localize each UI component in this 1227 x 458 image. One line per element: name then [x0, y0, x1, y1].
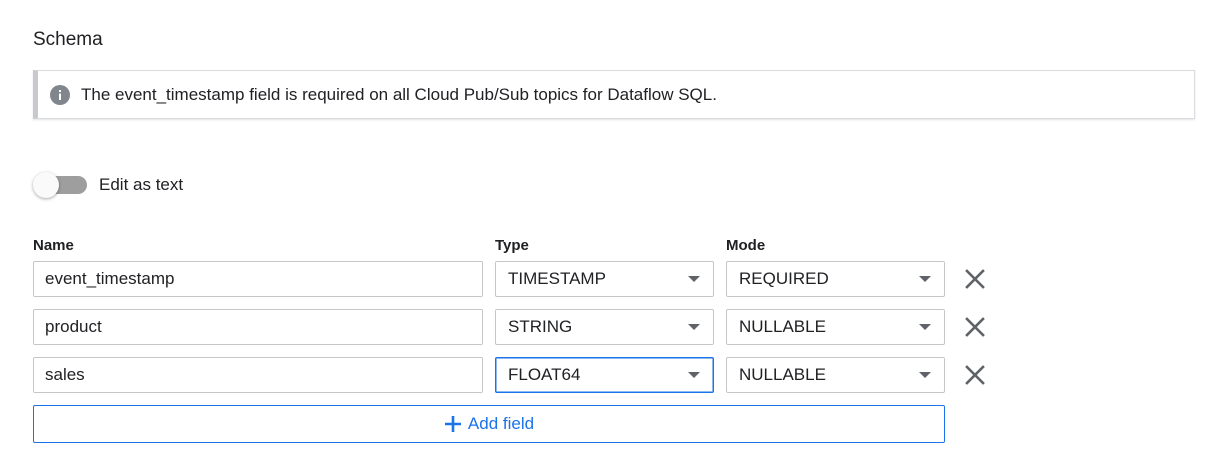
dropdown-arrow-icon — [919, 372, 931, 378]
edit-as-text-row: Edit as text — [33, 170, 183, 200]
section-title: Schema — [33, 29, 103, 50]
field-mode-value: REQUIRED — [739, 269, 829, 288]
close-icon — [965, 365, 985, 385]
info-icon — [50, 84, 70, 105]
plus-icon — [444, 416, 461, 432]
dropdown-arrow-icon — [688, 324, 700, 330]
info-text: The event_timestamp field is required on… — [81, 84, 717, 104]
close-icon — [965, 269, 985, 289]
field-type-select[interactable]: FLOAT64 — [495, 357, 714, 393]
delete-field-button[interactable] — [961, 361, 989, 389]
add-field-label: Add field — [467, 414, 535, 433]
edit-as-text-label: Edit as text — [99, 175, 184, 194]
field-name-input[interactable] — [33, 309, 483, 345]
column-header-mode: Mode — [726, 237, 766, 254]
column-header-type: Type — [495, 237, 529, 254]
field-type-select[interactable]: TIMESTAMP — [495, 261, 714, 297]
dropdown-arrow-icon — [919, 276, 931, 282]
dropdown-arrow-icon — [688, 276, 700, 282]
field-type-value: TIMESTAMP — [508, 269, 606, 288]
dropdown-arrow-icon — [919, 324, 931, 330]
field-mode-value: NULLABLE — [739, 317, 826, 336]
field-mode-select[interactable]: REQUIRED — [726, 261, 945, 297]
add-field-button[interactable]: Add field — [33, 405, 945, 443]
info-notice: The event_timestamp field is required on… — [33, 70, 1195, 119]
field-type-value: FLOAT64 — [508, 365, 581, 384]
toggle-thumb — [33, 172, 59, 198]
field-mode-select[interactable]: NULLABLE — [726, 309, 945, 345]
delete-field-button[interactable] — [961, 313, 989, 341]
field-type-select[interactable]: STRING — [495, 309, 714, 345]
field-name-input[interactable] — [33, 261, 483, 297]
column-header-name: Name — [33, 237, 74, 254]
field-type-value: STRING — [508, 317, 573, 336]
delete-field-button[interactable] — [961, 265, 989, 293]
field-name-input[interactable] — [33, 357, 483, 393]
dropdown-arrow-icon — [688, 372, 700, 378]
field-mode-select[interactable]: NULLABLE — [726, 357, 945, 393]
close-icon — [965, 317, 985, 337]
edit-as-text-toggle[interactable] — [33, 171, 87, 199]
field-mode-value: NULLABLE — [739, 365, 826, 384]
schema-editor: Schema The event_timestamp field is requ… — [0, 0, 1227, 458]
